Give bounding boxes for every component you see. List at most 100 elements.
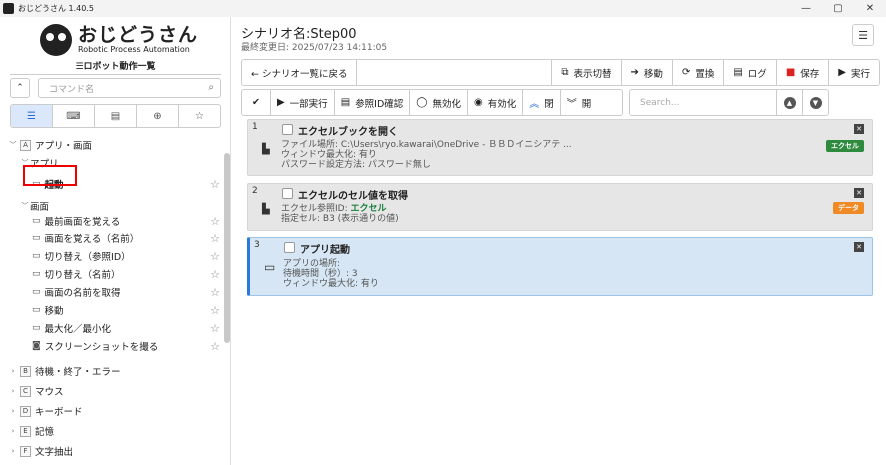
- toggle-on-icon: ◉: [473, 97, 483, 108]
- chevrons-down-icon: ︾: [566, 99, 577, 110]
- step-search: Search... ▲ ▼: [629, 89, 829, 116]
- step-card[interactable]: 1 エクセルブックを開く ✕ ▙ ファイル場所: C:\Users\ryo.ka…: [247, 119, 873, 176]
- tree-item-label: 待機・終了・エラー: [35, 367, 121, 378]
- category-badge: A: [20, 139, 31, 151]
- chevron-right-icon[interactable]: ›: [8, 387, 18, 395]
- ref-id-check-button[interactable]: ▤ 参照ID確認: [335, 90, 411, 115]
- excel-file-icon: ▙: [262, 144, 270, 155]
- tree-item[interactable]: › D キーボード: [0, 402, 224, 420]
- step-tag-excel: エクセル: [826, 140, 864, 152]
- collapse-all-button[interactable]: ⌃: [10, 78, 30, 98]
- expand-steps-button[interactable]: ︾ 開: [561, 90, 598, 115]
- tree-item-label: アプリ・画面: [35, 141, 93, 152]
- log-label: ログ: [747, 68, 767, 80]
- step-title: エクセルブックを開く: [298, 127, 398, 138]
- tree-item[interactable]: ▭ 切り替え（名前） ☆: [0, 265, 224, 283]
- excel-ref-value: エクセル: [350, 204, 387, 214]
- window-icon: ▭: [32, 305, 41, 315]
- logo-title: おじどうさん: [78, 24, 199, 46]
- favorite-star-icon[interactable]: ☆: [210, 304, 220, 317]
- maximize-button[interactable]: ▢: [822, 0, 854, 17]
- tree-item[interactable]: ▭ 画面を覚える（名前） ☆: [0, 229, 224, 247]
- step-checkbox[interactable]: [282, 124, 293, 135]
- window-icon: ▭: [32, 269, 41, 279]
- favorite-star-icon[interactable]: ☆: [210, 268, 220, 281]
- tree-item[interactable]: ▭ 最大化／最小化 ☆: [0, 319, 224, 337]
- minimize-button[interactable]: —: [790, 0, 822, 17]
- save-button[interactable]: ■ 保存: [777, 60, 830, 85]
- collapse-steps-label: 閉: [544, 98, 554, 110]
- title-bar: おじどうさん 1.40.5: [0, 0, 886, 17]
- app-icon: [3, 3, 14, 14]
- move-button[interactable]: ➔ 移動: [622, 60, 673, 85]
- tab-web-icon[interactable]: ⊕: [137, 105, 179, 127]
- favorite-star-icon[interactable]: ☆: [210, 178, 220, 191]
- chevron-down-icon[interactable]: ﹀: [8, 140, 18, 150]
- tree-item[interactable]: ▭ 切り替え（参照ID） ☆: [0, 247, 224, 265]
- window-icon: ▭: [264, 260, 276, 274]
- step-checkbox[interactable]: [284, 242, 295, 253]
- step-card[interactable]: 2 エクセルのセル値を取得 ✕ ▙ エクセル参照ID: エクセル 指定セル: B…: [247, 183, 873, 231]
- sidebar-scrollbar[interactable]: [224, 153, 230, 343]
- tab-favorites-icon[interactable]: ☆: [179, 105, 220, 127]
- tree-item[interactable]: ◙ スクリーンショットを撮る ☆: [0, 337, 224, 355]
- window-title: おじどうさん 1.40.5: [18, 4, 94, 13]
- tree-item[interactable]: › B 待機・終了・エラー: [0, 362, 224, 380]
- tab-list-icon[interactable]: ☰: [11, 105, 53, 127]
- step-card-selected[interactable]: 3 アプリ起動 ✕ ▭ アプリの場所: 待機時間（秒）: 3 ウィンドウ最大化:…: [247, 237, 873, 296]
- tree-item[interactable]: › F 文字抽出: [0, 442, 224, 460]
- step-delete-button[interactable]: ✕: [854, 188, 864, 198]
- collapse-steps-button[interactable]: ︽ 閉: [523, 90, 561, 115]
- robot-action-list-title: ☰ロボット動作一覧: [0, 59, 231, 75]
- favorite-star-icon[interactable]: ☆: [210, 250, 220, 263]
- chevron-right-icon[interactable]: ›: [8, 407, 18, 415]
- step-search-input[interactable]: Search...: [630, 98, 776, 108]
- step-checkbox[interactable]: [282, 188, 293, 199]
- tab-document-icon[interactable]: ▤: [95, 105, 137, 127]
- logo-subtitle: Robotic Process Automation: [78, 45, 190, 54]
- favorite-star-icon[interactable]: ☆: [210, 322, 220, 335]
- tab-keyboard-icon[interactable]: ⌨: [53, 105, 95, 127]
- tree-item-label: 切り替え（名前）: [44, 270, 121, 281]
- replace-label: 置換: [695, 68, 715, 80]
- step-delete-button[interactable]: ✕: [854, 124, 864, 134]
- disable-button[interactable]: ◯ 無効化: [410, 90, 468, 115]
- favorite-star-icon[interactable]: ☆: [210, 232, 220, 245]
- check-all-button[interactable]: ✔: [242, 90, 271, 115]
- chevron-right-icon[interactable]: ›: [8, 427, 18, 435]
- back-to-list-button[interactable]: ← シナリオ一覧に戻る: [242, 60, 358, 85]
- display-switch-button[interactable]: ⧉ 表示切替: [552, 60, 622, 85]
- partial-run-button[interactable]: ▶ 一部実行: [271, 90, 335, 115]
- chevron-right-icon[interactable]: ›: [8, 367, 18, 375]
- search-icon[interactable]: ⌕: [208, 82, 214, 93]
- command-search-input[interactable]: コマンド名 ⌕: [38, 78, 221, 98]
- tree-item[interactable]: › E 記憶: [0, 422, 224, 440]
- tree-item[interactable]: ﹀ A アプリ・画面: [0, 136, 224, 154]
- category-badge: E: [20, 425, 31, 437]
- search-prev-button[interactable]: ▲: [776, 90, 802, 115]
- tree-item[interactable]: › C マウス: [0, 382, 224, 400]
- run-button[interactable]: ▶ 実行: [829, 60, 879, 85]
- enable-button[interactable]: ◉ 有効化: [468, 90, 524, 115]
- tree-item[interactable]: ▭ 画面の名前を取得 ☆: [0, 283, 224, 301]
- favorite-star-icon[interactable]: ☆: [210, 215, 220, 228]
- tree-item[interactable]: ▭ 最前画面を覚える ☆: [0, 212, 224, 230]
- step-toolbar: ✔ ▶ 一部実行 ▤ 参照ID確認 ◯ 無効化 ◉ 有効化 ︽ 閉 ︾ 開: [241, 89, 623, 116]
- search-next-button[interactable]: ▼: [802, 90, 828, 115]
- log-button[interactable]: ▤ ログ: [724, 60, 777, 85]
- favorite-star-icon[interactable]: ☆: [210, 286, 220, 299]
- favorite-star-icon[interactable]: ☆: [210, 340, 220, 353]
- close-button[interactable]: ✕: [854, 0, 886, 17]
- step-detail-line: ウィンドウ最大化: 有り: [281, 150, 377, 160]
- chevron-down-icon[interactable]: ﹀: [20, 201, 30, 211]
- chevron-right-icon[interactable]: ›: [8, 447, 18, 455]
- replace-button[interactable]: ⟳ 置換: [673, 60, 725, 85]
- menu-button[interactable]: ☰: [852, 24, 874, 46]
- display-switch-icon: ⧉: [561, 67, 569, 78]
- step-detail-line: ファイル場所: C:\Users\ryo.kawarai\OneDrive - …: [281, 140, 572, 150]
- step-detail-line: パスワード設定方法: パスワード無し: [281, 160, 431, 170]
- step-delete-button[interactable]: ✕: [854, 242, 864, 252]
- tree-item[interactable]: ▭ 移動 ☆: [0, 301, 224, 319]
- window-icon: ▭: [32, 216, 41, 226]
- tree-item-label: 移動: [44, 306, 64, 317]
